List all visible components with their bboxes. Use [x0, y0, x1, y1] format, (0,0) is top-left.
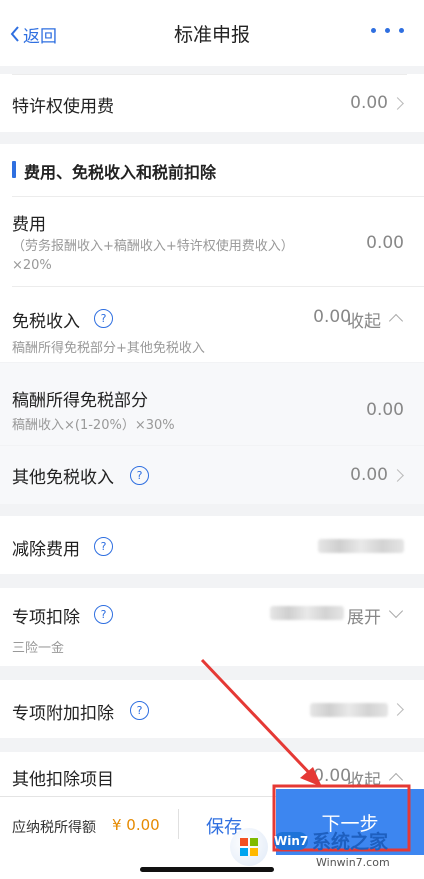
- row-expense-formula-tail: ×20%: [12, 258, 52, 273]
- page-title: 标准申报: [173, 24, 250, 46]
- row-expense-formula: （劳务报酬收入+稿酬收入+特许权使用费收入）: [12, 239, 294, 254]
- row-special-extra-label: 专项附加扣除: [12, 704, 114, 724]
- section-title: 费用、免税收入和税前扣除: [24, 163, 217, 182]
- row-other-free[interactable]: 其他免税收入 ? 0.00: [0, 446, 424, 504]
- row-special[interactable]: 专项扣除 ? 展开 三险一金: [0, 588, 424, 666]
- row-tax-free-value: 0.00: [313, 307, 351, 327]
- redacted-value: [318, 539, 404, 553]
- row-tax-free[interactable]: 免税收入 ? 0.00 收起 稿酬所得免税部分+其他免税收入: [0, 287, 424, 362]
- redacted-value: [270, 606, 344, 620]
- row-tax-free-toggle[interactable]: 收起: [347, 307, 381, 332]
- next-step-label: 下一步: [321, 812, 379, 835]
- row-expense-value: 0.00: [366, 233, 404, 253]
- row-special-label: 专项扣除: [12, 608, 80, 628]
- help-icon[interactable]: ?: [94, 537, 113, 556]
- help-icon[interactable]: ?: [130, 701, 149, 720]
- row-special-sub: 三险一金: [12, 641, 65, 656]
- row-royalty-free-value: 0.00: [366, 400, 404, 420]
- row-expense-label: 费用: [12, 215, 46, 235]
- help-icon[interactable]: ?: [94, 605, 113, 624]
- redacted-value: [310, 703, 388, 717]
- row-other-free-value: 0.00: [350, 465, 388, 485]
- taxable-value: ¥ 0.00: [112, 816, 160, 834]
- row-other-deduct-value: 0.00: [313, 766, 351, 786]
- row-other-deduct-label: 其他扣除项目: [12, 770, 114, 790]
- row-royalty-free-sub: 稿酬收入×(1-20%）×30%: [12, 418, 175, 433]
- row-other-free-label: 其他免税收入: [12, 468, 114, 488]
- taxable-label: 应纳税所得额: [12, 820, 96, 836]
- chevron-right-icon: [391, 703, 404, 716]
- save-button[interactable]: 保存: [206, 813, 242, 839]
- chevron-down-icon: [388, 603, 404, 619]
- row-royalty-free: 稿酬所得免税部分 稿酬收入×(1-20%）×30% 0.00: [0, 363, 424, 445]
- section-expenses: 费用、免税收入和税前扣除 费用 （劳务报酬收入+稿酬收入+特许权使用费收入） ×…: [0, 144, 424, 362]
- footer-divider: [178, 809, 179, 839]
- next-step-button[interactable]: 下一步: [276, 789, 424, 855]
- more-dot-icon: [371, 28, 376, 33]
- row-franchise-label: 特许权使用费: [12, 97, 114, 117]
- more-menu-button[interactable]: [371, 28, 404, 33]
- row-franchise-value: 0.00: [350, 93, 388, 113]
- section-marker: [12, 161, 16, 178]
- more-dot-icon: [385, 28, 390, 33]
- chevron-right-icon: [391, 469, 404, 482]
- home-indicator: [140, 867, 274, 872]
- row-deduct-fee-label: 减除费用: [12, 540, 80, 560]
- chevron-right-icon: [391, 97, 404, 110]
- chevron-up-icon: [388, 313, 404, 329]
- help-icon[interactable]: ?: [130, 466, 149, 485]
- nav-bar: 返回 标准申报: [0, 0, 424, 66]
- row-special-extra[interactable]: 专项附加扣除 ?: [0, 680, 424, 738]
- help-icon[interactable]: ?: [94, 309, 113, 328]
- more-dot-icon: [399, 28, 404, 33]
- row-franchise[interactable]: 特许权使用费 0.00: [0, 74, 424, 132]
- row-royalty-free-label: 稿酬所得免税部分: [12, 391, 148, 411]
- row-deduct-fee[interactable]: 减除费用 ?: [0, 516, 424, 574]
- row-tax-free-label: 免税收入: [12, 312, 80, 332]
- footer-bar: 应纳税所得额 ¥ 0.00 保存 下一步: [0, 789, 424, 879]
- row-special-toggle[interactable]: 展开: [347, 603, 381, 628]
- row-tax-free-sub: 稿酬所得免税部分+其他免税收入: [12, 341, 205, 356]
- row-other-deduct-toggle[interactable]: 收起: [347, 766, 381, 791]
- chevron-up-icon: [388, 772, 404, 788]
